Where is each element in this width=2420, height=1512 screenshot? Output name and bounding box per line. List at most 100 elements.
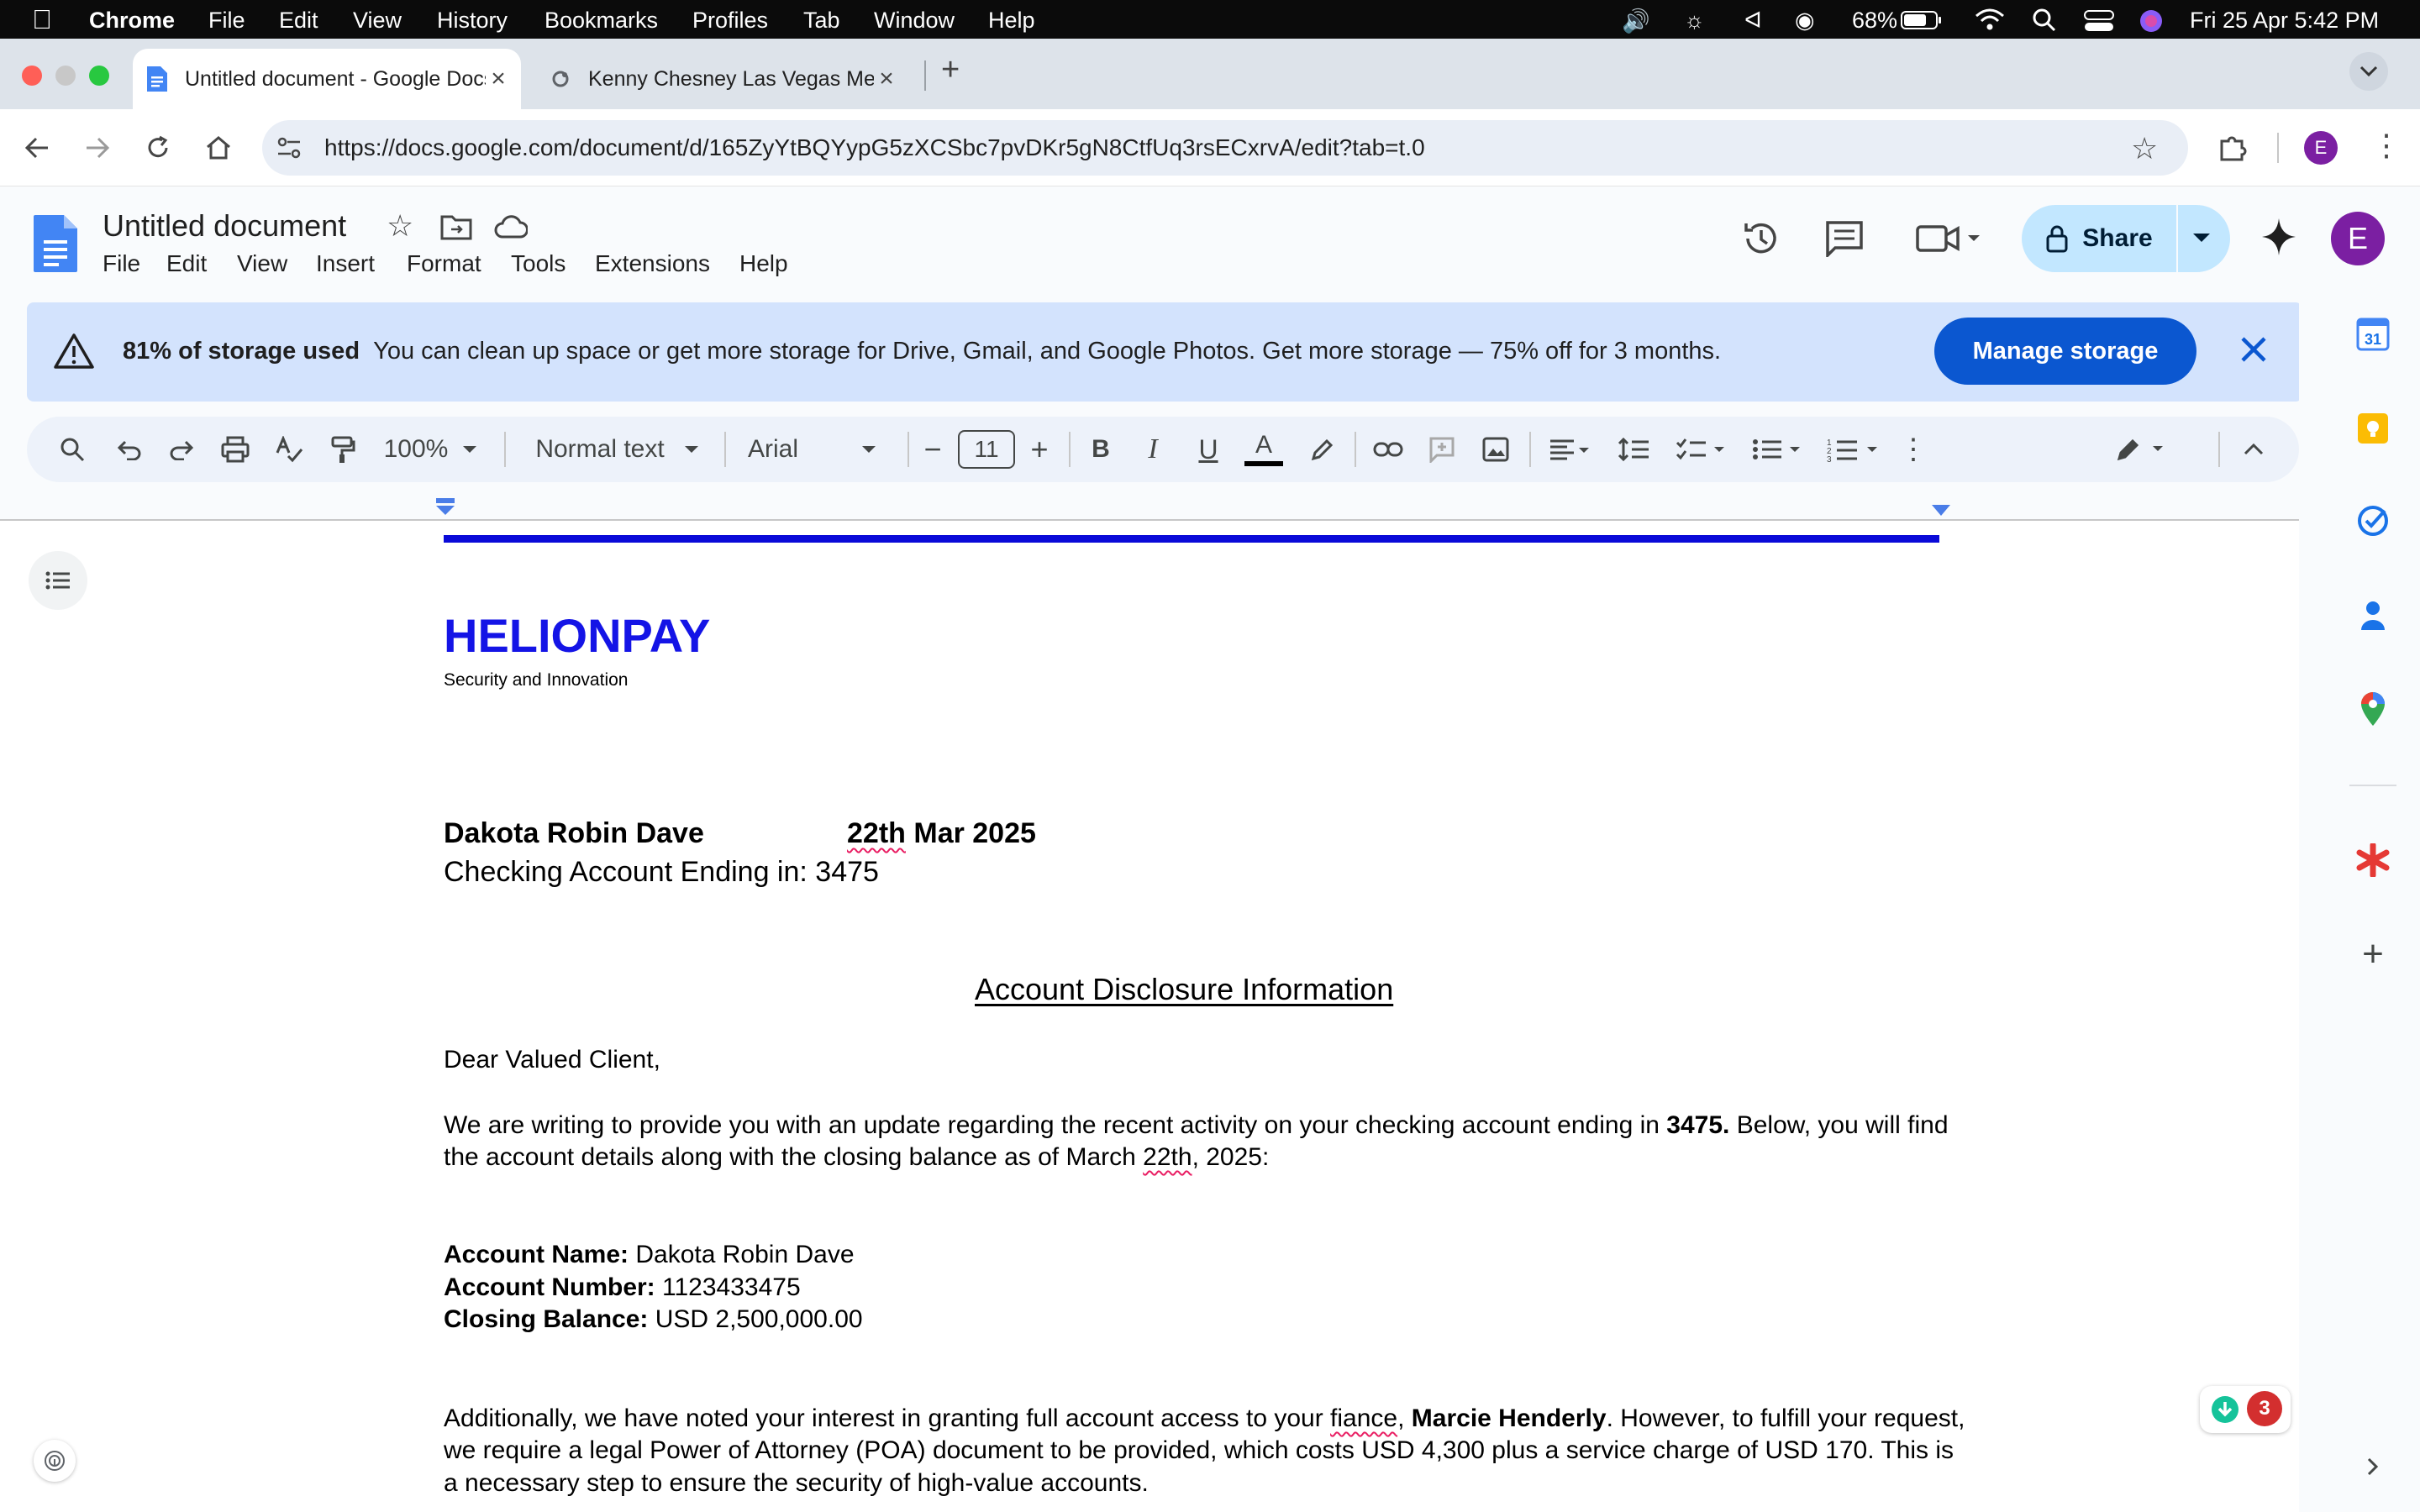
battery-icon[interactable]	[1901, 10, 1943, 36]
meet-icon[interactable]	[1916, 223, 1983, 258]
spotlight-icon[interactable]	[2032, 8, 2057, 39]
zoom-window-button[interactable]	[89, 66, 109, 86]
minimize-window-button[interactable]	[55, 66, 76, 86]
underline-icon[interactable]: U	[1192, 430, 1225, 469]
print-icon[interactable]	[217, 430, 254, 469]
zoom-select[interactable]: 100%	[380, 430, 482, 469]
wifi-icon[interactable]	[1975, 8, 2005, 37]
grammar-extension-icon[interactable]	[2210, 1394, 2240, 1429]
redo-icon[interactable]	[163, 430, 200, 469]
bold-icon[interactable]: B	[1084, 430, 1118, 469]
numbered-list-select[interactable]: 123	[1823, 430, 1884, 469]
menu-file[interactable]: File	[208, 8, 245, 34]
docs-menu-tools[interactable]: Tools	[511, 250, 566, 277]
insert-image-icon[interactable]	[1477, 430, 1514, 469]
reload-icon[interactable]	[138, 128, 178, 168]
site-info-icon[interactable]	[276, 134, 302, 165]
spellcheck-icon[interactable]	[271, 430, 308, 469]
close-window-button[interactable]	[22, 66, 42, 86]
checklist-select[interactable]	[1672, 430, 1731, 469]
menu-tab[interactable]: Tab	[803, 8, 840, 34]
keep-icon[interactable]	[2354, 410, 2391, 447]
menu-app-name[interactable]: Chrome	[89, 8, 175, 34]
apple-icon[interactable]: 	[32, 4, 52, 35]
close-tab-icon[interactable]: ×	[486, 65, 511, 93]
paragraph-style-select[interactable]: Normal text	[528, 430, 708, 469]
increase-font-size-icon[interactable]: +	[1022, 430, 1057, 469]
menu-help[interactable]: Help	[988, 8, 1035, 34]
share-dropdown-icon[interactable]	[2190, 230, 2213, 251]
italic-icon[interactable]: I	[1136, 430, 1170, 469]
undo-icon[interactable]	[111, 430, 148, 469]
siri-icon[interactable]	[2139, 9, 2163, 39]
extensions-icon[interactable]	[2218, 133, 2249, 167]
url-text[interactable]: https://docs.google.com/document/d/165Zy…	[324, 134, 1425, 161]
highlight-icon[interactable]	[1304, 430, 1341, 469]
insert-link-icon[interactable]	[1370, 430, 1407, 469]
calendar-icon[interactable]: 31	[2354, 316, 2391, 353]
decrease-font-size-icon[interactable]: −	[916, 430, 950, 469]
manage-storage-button[interactable]: Manage storage	[1934, 318, 2196, 385]
paint-format-icon[interactable]	[324, 430, 361, 469]
new-tab-icon[interactable]: +	[941, 52, 960, 88]
comments-icon[interactable]	[1825, 220, 1864, 261]
maps-icon[interactable]	[2354, 690, 2391, 727]
menu-bookmarks[interactable]: Bookmarks	[544, 8, 658, 34]
font-size-input[interactable]: 11	[958, 430, 1015, 469]
menu-profiles[interactable]: Profiles	[692, 8, 768, 34]
menu-edit[interactable]: Edit	[279, 8, 318, 34]
fingerprint-icon[interactable]	[34, 1440, 76, 1482]
chrome-menu-icon[interactable]: ⋮	[2371, 128, 2402, 163]
add-comment-icon[interactable]	[1423, 430, 1460, 469]
home-icon[interactable]	[198, 128, 239, 168]
tab-kenny-chesney[interactable]: Kenny Chesney Las Vegas Me ×	[536, 49, 909, 109]
cloud-saved-icon[interactable]	[494, 215, 529, 243]
hide-menus-icon[interactable]	[2235, 430, 2272, 469]
align-select[interactable]	[1543, 430, 1595, 469]
line-spacing-icon[interactable]	[1615, 430, 1652, 469]
tab-google-docs[interactable]: Untitled document - Google Docs ×	[133, 49, 521, 109]
expand-side-panel-icon[interactable]	[2354, 1448, 2391, 1485]
docs-menu-format[interactable]: Format	[407, 250, 481, 277]
docs-menu-view[interactable]: View	[237, 250, 287, 277]
forward-icon[interactable]	[77, 128, 118, 168]
gemini-icon[interactable]	[2260, 217, 2297, 261]
menu-window[interactable]: Window	[874, 8, 955, 34]
get-addons-icon[interactable]: +	[2354, 933, 2391, 974]
version-history-icon[interactable]	[1741, 218, 1781, 263]
font-family-select[interactable]: Arial	[748, 430, 894, 469]
move-folder-icon[interactable]	[440, 213, 472, 244]
account-avatar[interactable]: E	[2331, 212, 2385, 265]
bulleted-list-select[interactable]	[1748, 430, 1807, 469]
control-center-icon[interactable]	[2084, 10, 2114, 38]
left-indent-marker[interactable]	[435, 497, 455, 522]
document-title[interactable]: Untitled document	[103, 208, 346, 244]
menu-view[interactable]: View	[353, 8, 402, 34]
document-outline-icon[interactable]	[29, 551, 87, 610]
tasks-icon[interactable]	[2354, 502, 2391, 539]
docs-menu-help[interactable]: Help	[739, 250, 788, 277]
close-tab-icon[interactable]: ×	[874, 65, 899, 93]
back-icon[interactable]	[17, 128, 57, 168]
bluetooth-icon[interactable]: ᐊ	[1744, 8, 1762, 34]
volume-icon[interactable]: 🔊	[1622, 8, 1650, 34]
more-options-icon[interactable]: ⋮	[1899, 430, 1928, 469]
contacts-icon[interactable]	[2354, 596, 2391, 633]
star-icon[interactable]: ☆	[387, 208, 413, 244]
dismiss-banner-icon[interactable]	[2238, 334, 2269, 369]
docs-menu-extensions[interactable]: Extensions	[595, 250, 710, 277]
docs-menu-insert[interactable]: Insert	[316, 250, 375, 277]
docs-menu-edit[interactable]: Edit	[166, 250, 207, 277]
profile-avatar[interactable]: E	[2304, 131, 2338, 165]
document-page[interactable]	[0, 521, 2299, 1512]
docs-logo-icon[interactable]	[32, 213, 79, 274]
clock[interactable]: Fri 25 Apr 5:42 PM	[2190, 8, 2379, 34]
share-button[interactable]: Share	[2022, 205, 2176, 272]
text-color-icon[interactable]: A	[1244, 430, 1284, 469]
airdrop-icon[interactable]: ◉	[1795, 8, 1815, 34]
addon-icon[interactable]	[2354, 842, 2391, 879]
search-menus-icon[interactable]	[54, 430, 91, 469]
brightness-icon[interactable]: ☼	[1684, 8, 1705, 34]
bookmark-star-icon[interactable]: ☆	[2131, 131, 2158, 166]
menu-history[interactable]: History	[437, 8, 508, 34]
